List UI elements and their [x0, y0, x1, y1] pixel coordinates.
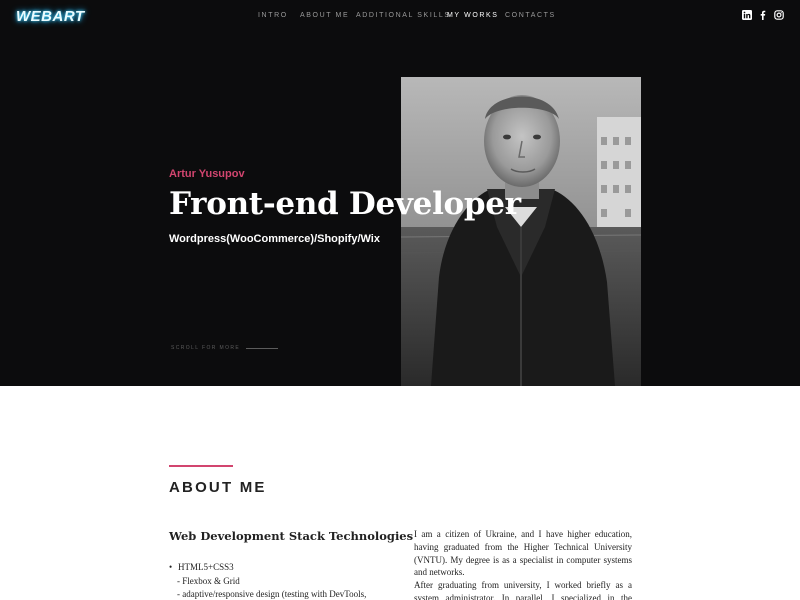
social-links [742, 10, 784, 20]
hero-title: Front-end Developer [169, 186, 521, 222]
about-heading: ABOUT ME [169, 479, 267, 496]
hero-section: WEBART INTRO ABOUT ME ADDITIONAL SKILLS … [0, 0, 800, 386]
nav-item-about-me[interactable]: ABOUT ME [300, 12, 349, 19]
about-paragraph: I am a citizen of Ukraine, and I have hi… [414, 529, 632, 578]
profile-photo [401, 77, 641, 386]
instagram-icon[interactable] [774, 10, 784, 20]
nav-item-additional-skills[interactable]: ADDITIONAL SKILLS [356, 12, 451, 19]
scroll-label: SCROLL FOR MORE [171, 345, 241, 351]
about-paragraph: After graduating from university, I work… [414, 580, 632, 600]
scroll-line [246, 347, 279, 349]
stack-list-item: HTML5+CSS3 [169, 561, 366, 575]
scroll-for-more-link[interactable]: SCROLL FOR MORE [171, 345, 279, 351]
logo[interactable]: WEBART [16, 8, 85, 25]
hero-author-name: Artur Yusupov [169, 168, 245, 180]
nav-item-contacts[interactable]: CONTACTS [505, 12, 556, 19]
nav-item-my-works[interactable]: MY WORKS [447, 12, 499, 19]
linkedin-icon[interactable] [742, 10, 752, 20]
profile-photo-illustration [401, 77, 641, 386]
stack-title: Web Development Stack Technologies [169, 529, 414, 543]
about-divider [169, 465, 233, 467]
stack-list-item: - adaptive/responsive design (testing wi… [177, 589, 367, 599]
hero-subtitle: Wordpress(WooCommerce)/Shopify/Wix [169, 233, 380, 245]
stack-list: HTML5+CSS3 - Flexbox & Grid - adaptive/r… [169, 561, 366, 600]
nav-item-intro[interactable]: INTRO [258, 12, 288, 19]
about-text: I am a citizen of Ukraine, and I have hi… [414, 528, 632, 600]
facebook-icon[interactable] [758, 10, 768, 20]
stack-list-item: - Flexbox & Grid [177, 575, 240, 586]
